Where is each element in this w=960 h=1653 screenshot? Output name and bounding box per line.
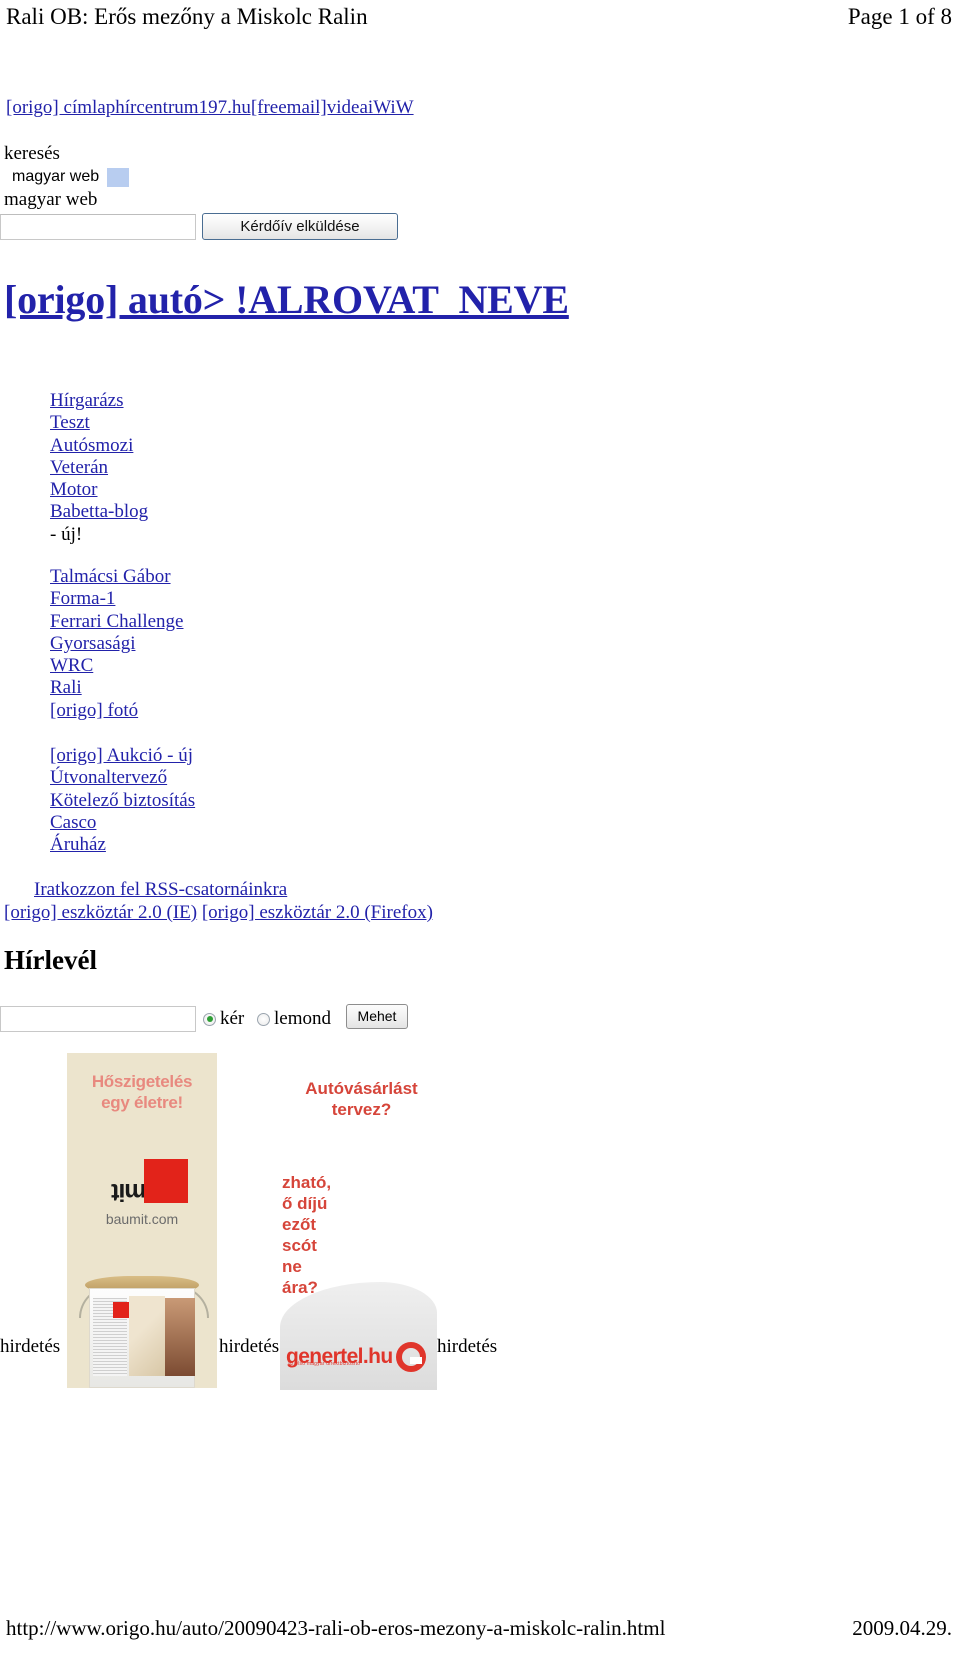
sidebar-item-teszt[interactable]: Teszt [50,412,148,434]
sidebar-item-origo-aukcio[interactable]: [origo] Aukció - új [50,745,195,767]
ad-baumit-headline-line2: egy életre! [101,1093,183,1112]
origo-portal-nav[interactable]: [origo] címlaphírcentrum197.hu[freemail]… [6,96,414,120]
footer-source-url: http://www.origo.hu/auto/20090423-rali-o… [6,1615,666,1640]
sidebar-item-casco[interactable]: Casco [50,812,195,834]
sidebar-item-ferrari-challenge[interactable]: Ferrari Challenge [50,611,183,633]
newsletter-heading: Hírlevél [4,945,97,975]
ad-baumit-domain: baumit.com [105,1211,179,1227]
sidebar-item-talmacsi-gabor[interactable]: Talmácsi Gábor [50,566,183,588]
sidebar-item-rali[interactable]: Rali [50,677,183,699]
sidebar-item-kotelezo-biztositas[interactable]: Kötelező biztosítás [50,790,195,812]
search-scope-highlight-swatch [107,167,130,187]
ad-genertel-body: zható, ő díjú ezőt scót ne ára? [280,1120,437,1298]
sidebar-item-forma-1[interactable]: Forma-1 [50,588,183,610]
newsletter-option-unsubscribe-label: lemond [274,1008,331,1029]
ad-genertel-body-line1: zható, [282,1173,332,1192]
ad-genertel-body-line2: ő díjú [282,1194,328,1213]
search-label: keresés [4,143,60,164]
newsletter-submit-button[interactable]: Mehet [346,1004,408,1029]
ad-genertel-body-line3: ezőt [282,1215,316,1234]
newsletter-option-subscribe[interactable]: kér [203,1007,244,1031]
genertel-logo-icon: genertel.hu az első magyar direktbiztosí… [286,1342,426,1372]
search-input[interactable] [0,214,196,240]
baumit-paint-bucket-image [73,1276,211,1388]
page-number: Page 1 of 8 [847,4,952,29]
newsletter-option-unsubscribe[interactable]: lemond [257,1007,331,1031]
document-title: Rali OB: Erős mezőny a Miskolc Ralin [6,4,368,29]
search-scope-option-row[interactable]: magyar web [4,166,434,188]
sidebar-item-autosmozi[interactable]: Autósmozi [50,435,148,457]
ad-label-left: hirdetés [0,1336,61,1357]
sidebar-item-babetta-blog[interactable]: Babetta-blog [50,501,148,523]
page-footer: http://www.origo.hu/auto/20090423-rali-o… [0,1613,960,1643]
sidebar-nav-group-3: [origo] Aukció - új Útvonaltervező Kötel… [50,745,195,856]
bucket-label-photo-area [165,1298,195,1376]
sidebar-nav-group-1: Hírgarázs Teszt Autósmozi Veterán Motor … [50,390,148,546]
sidebar-item-veteran[interactable]: Veterán [50,457,148,479]
search-scope-option-label: magyar web [12,168,100,185]
rss-subscribe-link[interactable]: Iratkozzon fel RSS-csatornáinkra [34,879,287,900]
ad-genertel-body-line4: scót [282,1236,317,1255]
section-title-link[interactable]: [origo] autó> !ALROVAT_NEVE [4,276,569,323]
search-form: Kérdőív elküldése [0,213,420,245]
radio-subscribe-icon[interactable] [203,1012,216,1026]
ad-banner-genertel[interactable]: Autóvásárlást tervez? zható, ő díjú ezőt… [280,1050,437,1390]
page-header: Rali OB: Erős mezőny a Miskolc Ralin Pag… [0,2,960,36]
baumit-logo-icon: baumit [96,1127,188,1206]
origo-portal-nav-link[interactable]: [origo] címlaphírcentrum197.hu[freemail]… [6,97,414,118]
toolbar-ie-link[interactable]: [origo] eszköztár 2.0 (IE) [4,902,197,923]
search-block: keresés magyar web magyar web [4,142,434,212]
sidebar-item-utvonaltervezo[interactable]: Útvonaltervező [50,767,195,789]
questionnaire-submit-button[interactable]: Kérdőív elküldése [202,213,398,240]
sidebar-item-motor[interactable]: Motor [50,479,148,501]
ad-banner-baumit[interactable]: Hőszigetelés egy életre! baumit baumit.c… [67,1053,217,1388]
rss-subscribe-link-row[interactable]: Iratkozzon fel RSS-csatornáinkra [34,879,287,901]
toolbar-links-row: [origo] eszköztár 2.0 (IE) [origo] eszkö… [4,902,433,924]
ad-baumit-headline: Hőszigetelés egy életre! [67,1053,217,1113]
sidebar-nav-group-2: Talmácsi Gábor Forma-1 Ferrari Challenge… [50,566,183,722]
newsletter-option-subscribe-label: kér [220,1008,245,1029]
radio-unsubscribe-icon[interactable] [257,1012,270,1026]
ad-baumit-headline-line1: Hőszigetelés [91,1072,193,1091]
search-scope-selected: magyar web [4,189,98,210]
newsletter-email-input[interactable] [0,1006,196,1032]
footer-print-date: 2009.04.29. [852,1615,952,1640]
sidebar-item-hirgarazs[interactable]: Hírgarázs [50,390,148,412]
sidebar-note-new: - új! [50,523,83,545]
newsletter-form: kér lemond Mehet [0,1003,430,1037]
ad-label-middle: hirdetés [219,1336,280,1357]
ad-genertel-body-line5: ne [282,1257,302,1276]
sidebar-item-wrc[interactable]: WRC [50,655,183,677]
bucket-label-product-area [129,1296,165,1376]
genertel-logo-g-mark-icon [395,1342,426,1372]
ad-genertel-headline-line2: tervez? [331,1100,392,1119]
toolbar-firefox-link[interactable]: [origo] eszköztár 2.0 (Firefox) [202,902,433,923]
ad-genertel-headline-line1: Autóvásárlást [305,1079,418,1098]
sidebar-item-origo-foto[interactable]: [origo] fotó [50,700,183,722]
genertel-logo-tagline: az első magyar direktbiztosító [288,1361,361,1367]
ad-genertel-headline: Autóvásárlást tervez? [286,1050,437,1120]
sidebar-item-aruhaz[interactable]: Áruház [50,834,195,856]
bucket-label-logo-icon [113,1302,129,1318]
baumit-logo-red-square [144,1159,188,1203]
sidebar-item-gyorsasagi[interactable]: Gyorsasági [50,633,183,655]
ad-genertel-wave-graphic [280,1282,437,1390]
ad-label-right: hirdetés [437,1336,498,1357]
